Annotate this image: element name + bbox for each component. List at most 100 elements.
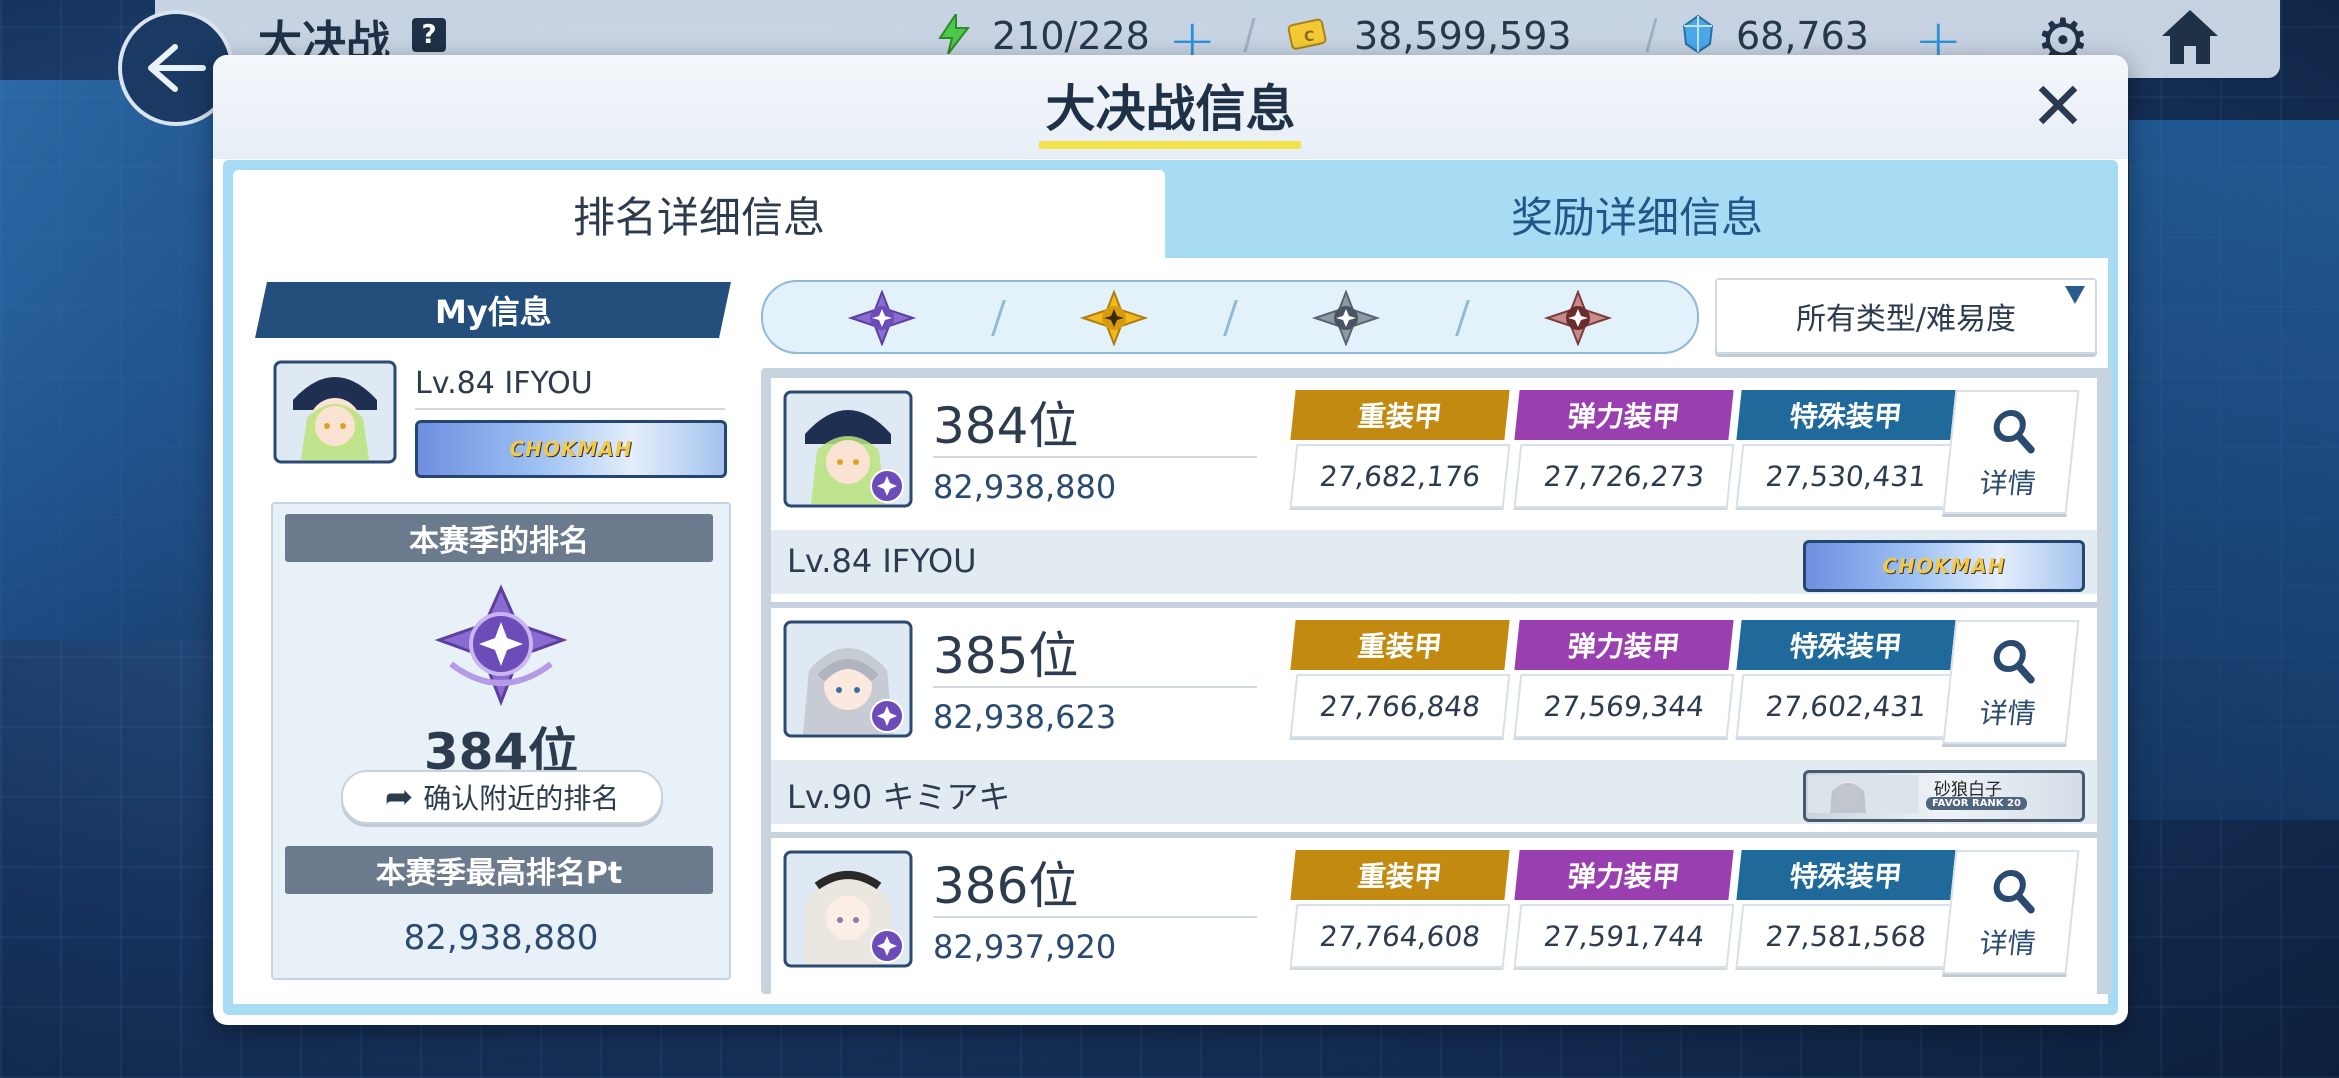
heavy-armor-value: 27,764,608 [1289, 904, 1511, 968]
home-icon[interactable] [2158, 6, 2222, 68]
entry-score: 82,938,623 [933, 698, 1117, 736]
ranking-entry: 384位 82,938,880 重装甲 27,682,176 弹力装甲 27,7… [771, 378, 2097, 602]
special-armor-score: 特殊装甲 27,602,431 [1735, 620, 1957, 738]
detail-button[interactable]: 详情 [1942, 620, 2080, 744]
elastic-armor-value: 27,591,744 [1513, 904, 1735, 968]
favor-rank: FAVOR RANK 20 [1926, 797, 2027, 810]
elastic-armor-label: 弹力装甲 [1514, 850, 1734, 900]
entry-level-name: Lv.90 キミアキ [787, 778, 1011, 816]
dropdown-value: 所有类型/难易度 [1795, 302, 2017, 337]
special-armor-label: 特殊装甲 [1736, 390, 1956, 440]
close-button[interactable]: ✕ [2028, 74, 2088, 140]
special-armor-score: 特殊装甲 27,581,568 [1735, 850, 1957, 968]
my-info-header-label: My信息 [434, 293, 552, 331]
detail-button[interactable]: 详情 [1942, 390, 2080, 514]
heavy-armor-label: 重装甲 [1290, 390, 1510, 440]
back-arrow-icon [148, 44, 206, 92]
my-level-name: Lv.84 IFYOU [415, 366, 593, 401]
title-underline [1039, 141, 1301, 149]
credit-icon: C [1287, 18, 1327, 50]
entry-rank: 384位 [933, 397, 1079, 455]
season-rank-panel: 本赛季的排名 384位 ➦ 确认附近的排名 本赛季最高排名Pt 82,938,8… [271, 502, 731, 980]
detail-label: 详情 [1977, 927, 2038, 960]
divider [1223, 300, 1238, 336]
ranking-list[interactable]: 384位 82,938,880 重装甲 27,682,176 弹力装甲 27,7… [761, 368, 2111, 994]
elastic-armor-score: 弹力装甲 27,726,273 [1513, 390, 1735, 508]
special-armor-value: 27,530,431 [1735, 444, 1957, 508]
emblem-badge: CHOKMAH [1803, 540, 2085, 592]
my-avatar [273, 360, 397, 464]
special-armor-score: 特殊装甲 27,530,431 [1735, 390, 1957, 508]
ranking-entry: 385位 82,938,623 重装甲 27,766,848 弹力装甲 27,5… [771, 608, 2097, 832]
bronze-rank-icon[interactable] [1539, 290, 1617, 346]
entry-rank: 385位 [933, 627, 1079, 685]
divider [991, 300, 1006, 336]
type-difficulty-dropdown[interactable]: 所有类型/难易度 [1715, 278, 2097, 354]
ap-lightning-icon [938, 14, 971, 54]
background-screen-right [2129, 120, 2339, 820]
magnifier-icon [1993, 410, 2035, 454]
emblem-label: CHOKMAH [1882, 554, 2006, 578]
dropdown-triangle-icon [2065, 286, 2085, 304]
silver-rank-icon[interactable] [1307, 290, 1385, 346]
detail-button[interactable]: 详情 [1942, 850, 2080, 974]
entry-rank: 386位 [933, 857, 1079, 915]
elastic-armor-label: 弹力装甲 [1514, 620, 1734, 670]
best-pt-label: 本赛季最高排名Pt [285, 846, 713, 894]
divider [933, 686, 1257, 688]
detail-label: 详情 [1977, 697, 2038, 730]
purple-rank-icon[interactable] [843, 290, 921, 346]
detail-label: 详情 [1977, 467, 2038, 500]
check-nearby-rank-button[interactable]: ➦ 确认附近的排名 [341, 770, 663, 824]
season-rank-label: 本赛季的排名 [285, 514, 713, 562]
divider [1455, 300, 1470, 336]
heavy-armor-label: 重装甲 [1290, 620, 1510, 670]
background-screen-left [0, 80, 220, 640]
divider [933, 916, 1257, 918]
heavy-armor-score: 重装甲 27,766,848 [1289, 620, 1511, 738]
entry-footer: Lv.90 キミアキ 砂狼白子 FAVOR RANK 20 [771, 760, 2097, 824]
player-avatar[interactable] [783, 620, 913, 738]
player-avatar[interactable] [783, 850, 913, 968]
divider [415, 408, 725, 410]
credit-value: 38,599,593 [1354, 14, 1572, 58]
special-armor-value: 27,581,568 [1735, 904, 1957, 968]
entry-score: 82,938,880 [933, 468, 1117, 506]
pyroxene-gem-icon [1682, 14, 1714, 54]
entry-footer: Lv.84 IFYOU CHOKMAH [771, 530, 2097, 594]
magnifier-icon [1993, 640, 2035, 684]
special-armor-label: 特殊装甲 [1736, 850, 1956, 900]
rank-tier-filter [761, 280, 1699, 354]
special-armor-value: 27,602,431 [1735, 674, 1957, 738]
ranking-entry: 386位 82,937,920 重装甲 27,764,608 弹力装甲 27,5… [771, 838, 2097, 994]
gold-rank-icon[interactable] [1075, 290, 1153, 346]
heavy-armor-score: 重装甲 27,682,176 [1289, 390, 1511, 508]
heavy-armor-value: 27,766,848 [1289, 674, 1511, 738]
ap-value: 210/228 [992, 14, 1150, 58]
my-info-header: My信息 [255, 282, 731, 338]
purple-rank-emblem-icon [434, 584, 568, 707]
special-armor-label: 特殊装甲 [1736, 620, 1956, 670]
heavy-armor-score: 重装甲 27,764,608 [1289, 850, 1511, 968]
gem-value: 68,763 [1736, 14, 1869, 58]
elastic-armor-score: 弹力装甲 27,591,744 [1513, 850, 1735, 968]
modal-header: 大决战信息 ✕ [213, 55, 2128, 159]
tab-reward-details[interactable]: 奖励详细信息 [1167, 170, 2107, 258]
elastic-armor-score: 弹力装甲 27,569,344 [1513, 620, 1735, 738]
raid-info-modal: 大决战信息 ✕ 排名详细信息 奖励详细信息 My信息 Lv.84 IFYOU C… [213, 55, 2128, 1025]
divider [933, 456, 1257, 458]
svg-text:C: C [1304, 29, 1314, 45]
elastic-armor-label: 弹力装甲 [1514, 390, 1734, 440]
character-portrait-icon [1808, 775, 1918, 813]
elastic-armor-value: 27,569,344 [1513, 674, 1735, 738]
entry-level-name: Lv.84 IFYOU [787, 542, 977, 580]
player-avatar[interactable] [783, 390, 913, 508]
nearby-button-label: 确认附近的排名 [423, 782, 620, 815]
best-pt-value: 82,938,880 [403, 918, 599, 958]
tab-ranking-details[interactable]: 排名详细信息 [233, 170, 1165, 258]
tab-container: 排名详细信息 奖励详细信息 My信息 Lv.84 IFYOU CHOKMAH 本… [223, 160, 2118, 1015]
help-icon[interactable]: ? [412, 18, 446, 52]
my-emblem-label: CHOKMAH [509, 437, 633, 461]
magnifier-icon [1993, 870, 2035, 914]
my-emblem-badge: CHOKMAH [415, 420, 727, 478]
